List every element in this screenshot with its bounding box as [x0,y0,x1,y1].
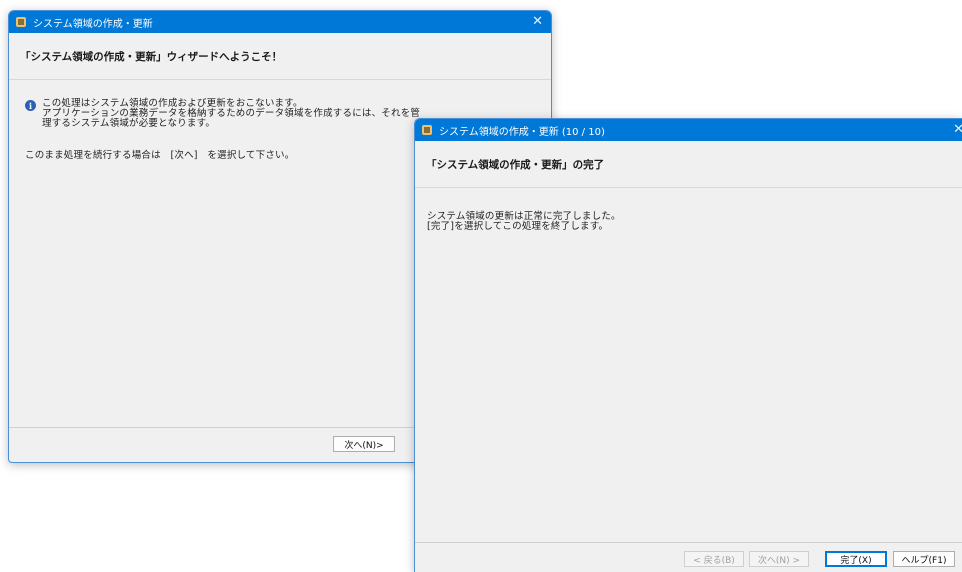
completion-message: システム領域の更新は正常に完了しました。 [完了]を選択してこの処理を終了します… [415,188,962,232]
app-icon [15,16,27,28]
footer-divider [415,542,962,543]
app-icon [421,124,433,136]
title-bar[interactable]: システム領域の作成・更新 (10 / 10) ✕ [415,119,962,141]
next-button[interactable]: 次へ(N)> [333,436,395,452]
completion-wizard-window: システム領域の作成・更新 (10 / 10) ✕ 「システム領域の作成・更新」の… [414,118,962,572]
close-icon[interactable]: ✕ [532,14,543,30]
page-heading: 「システム領域の作成・更新」ウィザードへようこそ！ [9,33,551,80]
next-button[interactable]: 次へ(N) > [749,551,809,567]
page-heading: 「システム領域の作成・更新」の完了 [415,141,962,188]
completion-line-2: [完了]を選択してこの処理を終了します。 [427,221,609,232]
help-button[interactable]: ヘルプ(F1) [893,551,955,567]
window-title: システム領域の作成・更新 [33,18,153,30]
finish-button[interactable]: 完了(X) [825,551,887,567]
window-title: システム領域の作成・更新 (10 / 10) [439,126,605,138]
title-bar[interactable]: システム領域の作成・更新 ✕ [9,11,551,33]
info-line-3: 理するシステム領域が必要となります。 [42,118,216,129]
close-icon[interactable]: ✕ [953,122,962,138]
info-icon: i [25,100,36,111]
back-button[interactable]: < 戻る(B) [684,551,744,567]
